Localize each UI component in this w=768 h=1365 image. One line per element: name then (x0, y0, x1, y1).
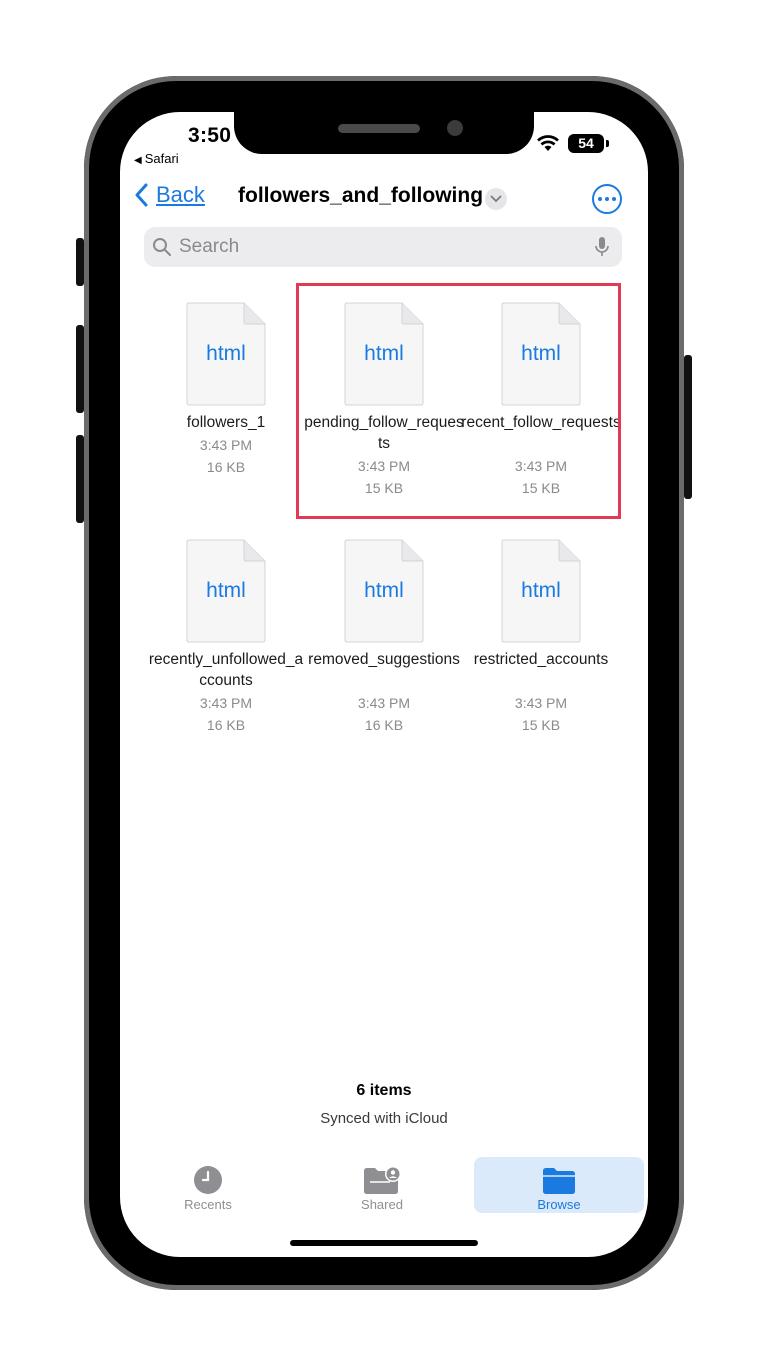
front-camera (447, 120, 463, 136)
back-app-label: Safari (144, 151, 179, 166)
file-size: 16 KB (364, 717, 404, 733)
home-indicator[interactable] (290, 1240, 478, 1246)
tab-browse-label: Browse (537, 1197, 581, 1212)
file-time: 3:43 PM (514, 695, 568, 711)
screen: 3:50 ◀ Safari 54 Back followers_and_follo… (120, 112, 648, 1257)
battery-indicator: 54 (568, 134, 604, 153)
status-time: 3:50 (188, 124, 232, 147)
shared-folder-icon (364, 1166, 401, 1194)
search-field[interactable]: Search (144, 227, 622, 267)
folder-icon (543, 1168, 575, 1194)
notch (234, 112, 534, 154)
power-button (684, 355, 692, 499)
battery-nub (606, 140, 609, 147)
title-menu-button[interactable] (485, 188, 507, 210)
tab-browse[interactable]: Browse (474, 1157, 644, 1213)
more-dot-icon (598, 197, 602, 201)
html-document-icon: html (344, 539, 424, 643)
tab-bar: Recents Shared Browse (120, 1157, 648, 1213)
file-name: followers_1 (186, 414, 266, 431)
file-size: 15 KB (521, 717, 561, 733)
sync-status: Synced with iCloud (320, 1110, 448, 1127)
navigation-bar: Back followers_and_following (120, 176, 648, 224)
back-to-app-link[interactable]: ◀ Safari (134, 151, 179, 166)
more-options-button[interactable] (592, 184, 622, 214)
file-size: 16 KB (206, 459, 246, 475)
wifi-icon (537, 135, 559, 151)
file-type-label: html (206, 579, 246, 602)
html-document-icon: html (186, 302, 266, 406)
tab-shared-label: Shared (361, 1197, 403, 1212)
file-name: restricted_accounts (473, 651, 609, 668)
file-type-label: html (364, 579, 404, 602)
file-time: 3:43 PM (199, 437, 253, 453)
volume-down-button (76, 435, 84, 523)
highlight-box (296, 283, 621, 519)
html-document-icon: html (186, 539, 266, 643)
file-size: 16 KB (206, 717, 246, 733)
html-document-icon: html (501, 539, 581, 643)
chevron-left-icon (135, 183, 148, 207)
search-placeholder: Search (179, 236, 240, 257)
more-dot-icon (612, 197, 616, 201)
file-name: removed_suggestions (308, 651, 460, 668)
back-triangle-icon: ◀ (134, 155, 142, 166)
chevron-down-icon (490, 195, 502, 203)
file-name: recently_unfollowed_accounts (148, 651, 304, 689)
file-time: 3:43 PM (357, 695, 411, 711)
clock-icon (194, 1166, 222, 1194)
back-button[interactable]: Back (134, 182, 205, 208)
speaker (338, 124, 420, 133)
action-button (76, 238, 84, 286)
file-type-label: html (206, 342, 246, 365)
item-count: 6 items (356, 1082, 412, 1099)
back-button-label: Back (156, 182, 205, 207)
volume-up-button (76, 325, 84, 413)
search-icon (153, 238, 171, 256)
tab-recents[interactable]: Recents (160, 1157, 256, 1213)
tab-recents-label: Recents (184, 1197, 232, 1212)
more-dot-icon (605, 197, 609, 201)
microphone-icon[interactable] (594, 236, 610, 258)
file-time: 3:43 PM (199, 695, 253, 711)
tab-shared[interactable]: Shared (334, 1157, 430, 1213)
file-type-label: html (521, 579, 561, 602)
folder-title[interactable]: followers_and_following (238, 184, 483, 208)
